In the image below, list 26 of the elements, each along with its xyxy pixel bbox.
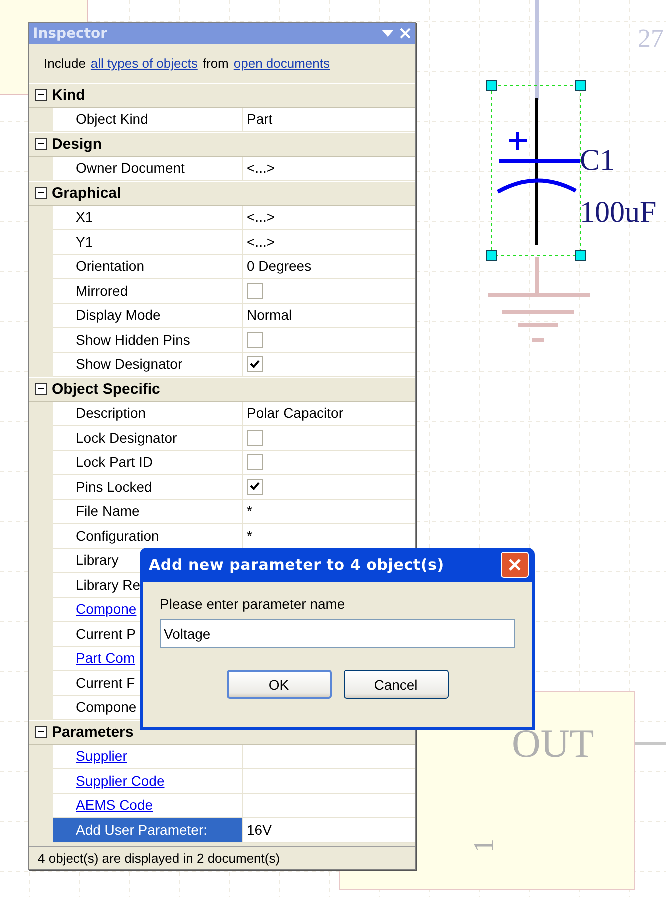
property-value: <...> (246, 208, 276, 228)
property-value: Part (246, 110, 274, 130)
property-value: <...> (246, 159, 276, 178)
from-label: from (202, 56, 229, 71)
section-title: Graphical (52, 184, 122, 202)
section-title: Design (52, 136, 102, 153)
port-label: OUT (512, 724, 594, 764)
status-bar: 4 object(s) are displayed in 2 document(s) (29, 846, 415, 869)
property-value: 0 Degrees (246, 257, 313, 276)
property-value: Polar Capacitor (246, 404, 344, 424)
designator-label: C1 (580, 146, 616, 176)
pin-label: 1 (471, 839, 499, 853)
value-label: 100uF (580, 198, 657, 228)
panel-title: Inspector (33, 26, 109, 42)
property-value: * (246, 502, 254, 522)
property-value: 16V (246, 820, 273, 840)
section-title: Parameters (52, 724, 134, 741)
dialog-title: Add new parameter to 4 object(s) (149, 556, 444, 574)
property-value: <...> (246, 232, 276, 252)
include-label: Include (44, 56, 86, 71)
property-value: * (246, 526, 254, 546)
prompt-label: Please enter parameter name (160, 596, 346, 612)
sheet-number-label: 27 (638, 26, 664, 52)
section-title: Kind (52, 86, 86, 104)
property-value: Normal (246, 306, 294, 326)
section-title: Object Specific (52, 380, 160, 398)
